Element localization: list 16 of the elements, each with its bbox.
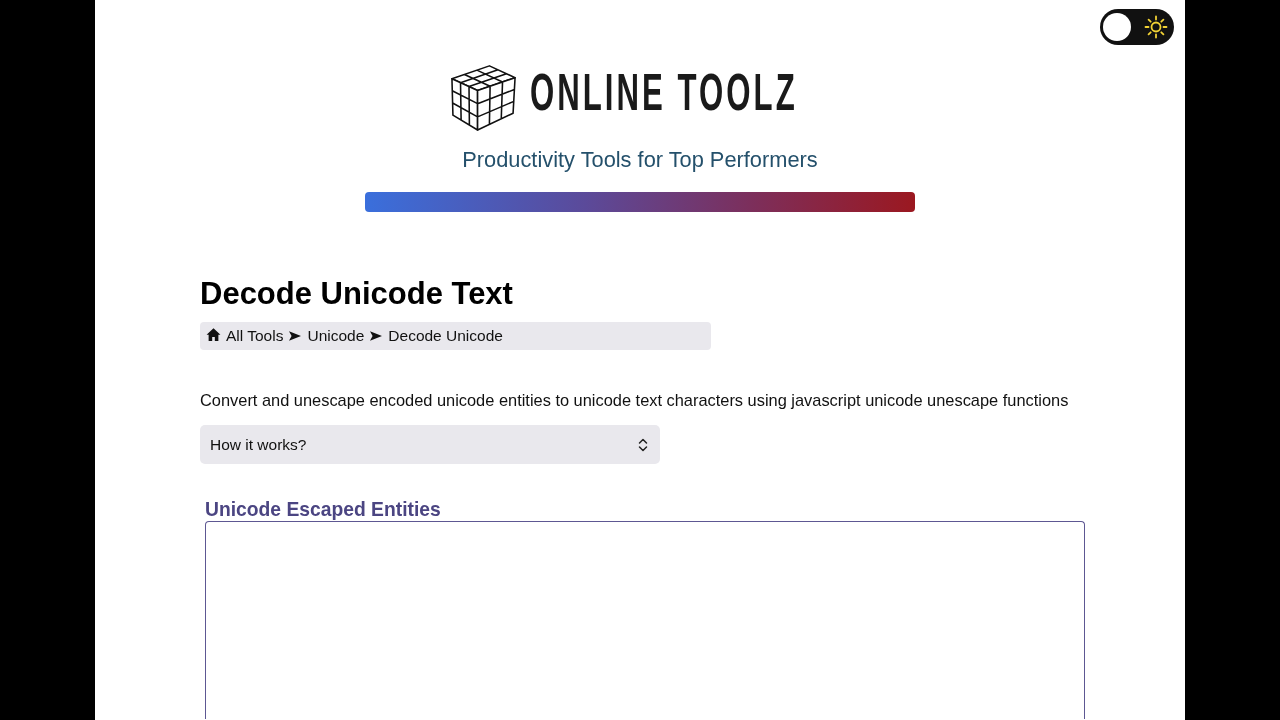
breadcrumb-link[interactable]: All Tools <box>226 326 284 346</box>
page-title: Decode Unicode Text <box>200 276 513 312</box>
breadcrumb-current: Decode Unicode <box>388 326 503 346</box>
brand-name: ONLINE TOOLZ <box>529 62 798 122</box>
arrowhead-icon <box>288 330 303 342</box>
home-icon[interactable] <box>206 327 221 342</box>
tagline: Productivity Tools for Top Performers <box>462 147 818 173</box>
input-field[interactable] <box>205 521 1085 719</box>
sun-icon <box>1144 15 1168 39</box>
arrowhead-icon <box>369 330 384 342</box>
how-it-works-dropdown[interactable]: How it works? <box>200 425 660 464</box>
input-label: Unicode Escaped Entities <box>205 499 441 521</box>
breadcrumb-link[interactable]: Unicode <box>307 326 365 346</box>
description: Convert and unescape encoded unicode entities to unicode text characters using javascript unicode unescape functions <box>200 390 1069 410</box>
theme-toggle[interactable] <box>1100 9 1174 45</box>
up-down-chevron-icon <box>638 436 648 453</box>
